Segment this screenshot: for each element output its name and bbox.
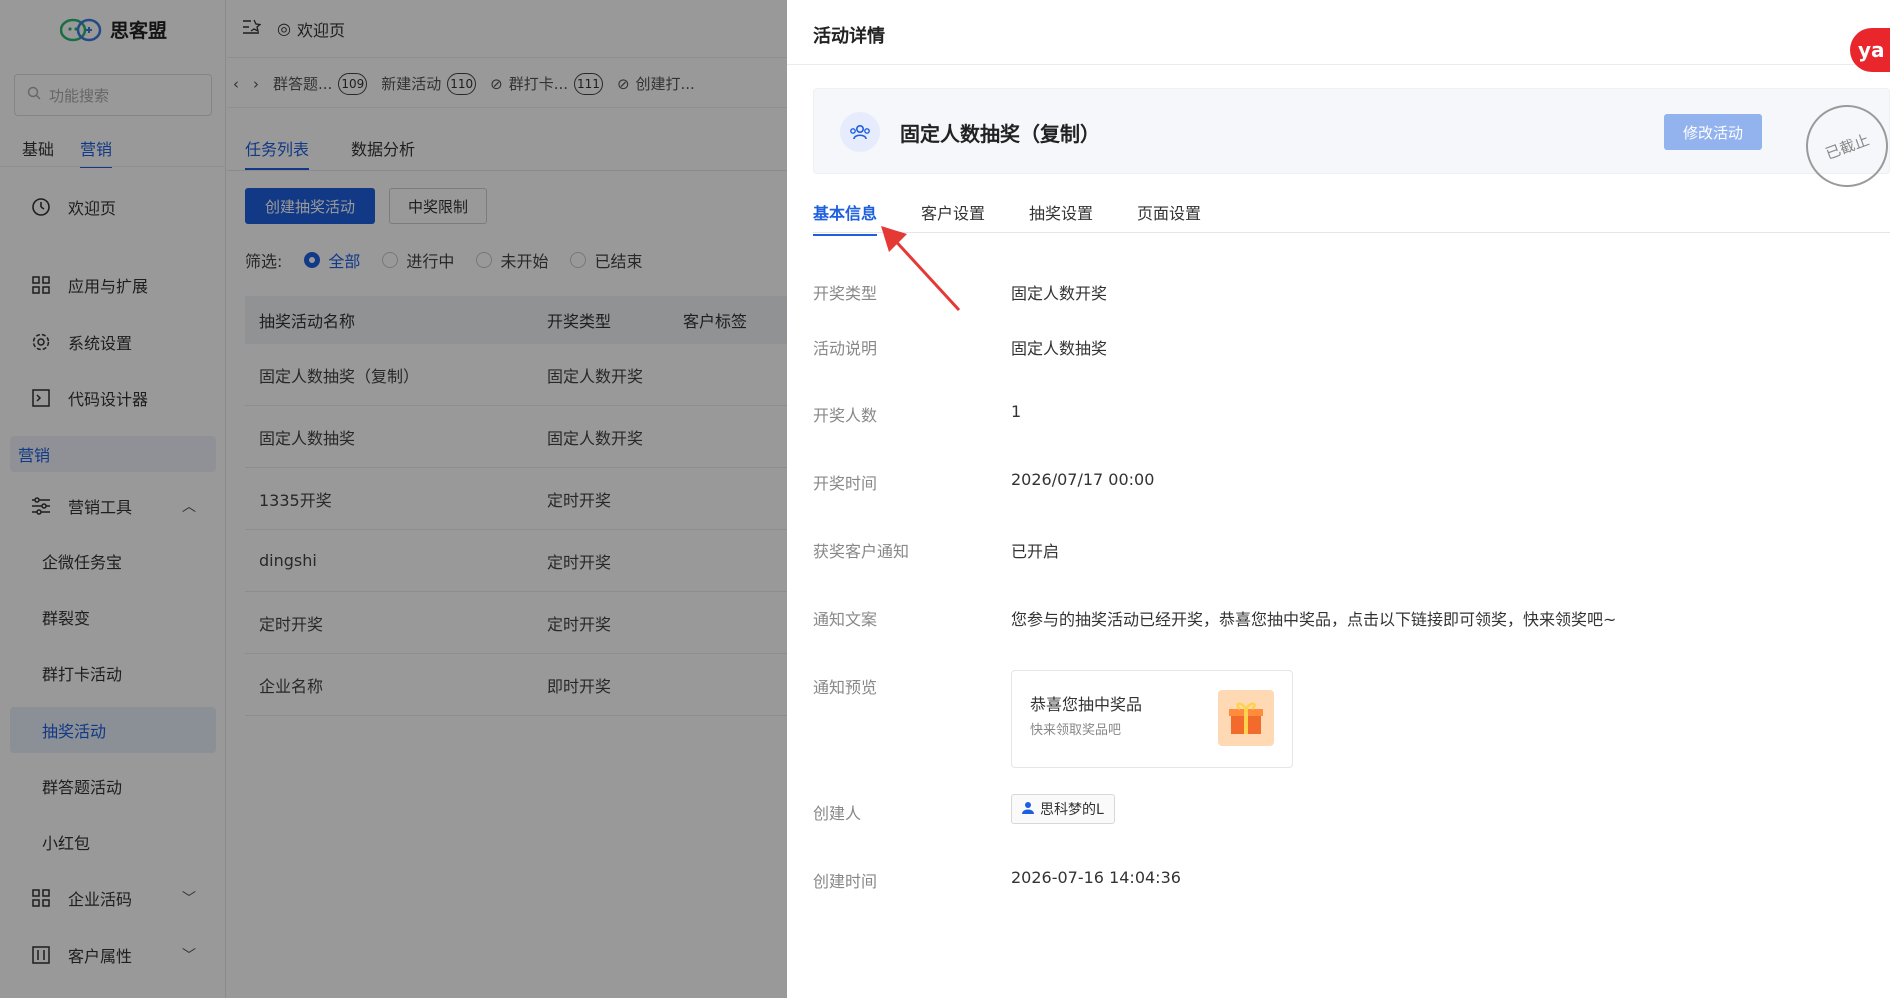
- field-value-draw-time: 2026/07/17 00:00: [1011, 470, 1155, 489]
- preview-subtitle: 快来领取奖品吧: [1030, 723, 1122, 738]
- users-icon: [840, 112, 880, 152]
- detail-tabs: 基本信息 客户设置 抽奖设置 页面设置: [813, 200, 1890, 236]
- floating-assistant-badge[interactable]: ya: [1850, 28, 1890, 72]
- activity-detail-drawer: 活动详情 ya 固定人数抽奖（复制） 修改活动 已截止 基本信息 客户设置 抽奖…: [787, 0, 1890, 998]
- field-value-draw-type: 固定人数开奖: [1011, 284, 1108, 303]
- notification-preview-card: 恭喜您抽中奖品 快来领取奖品吧: [1011, 670, 1293, 768]
- divider: [813, 232, 1890, 233]
- field-label: 活动说明: [813, 339, 878, 358]
- modal-overlay[interactable]: [0, 0, 787, 998]
- expired-stamp: 已截止: [1794, 93, 1890, 199]
- creator-tag: 思科梦的L: [1011, 794, 1115, 824]
- field-value-winner-count: 1: [1011, 402, 1022, 421]
- drawer-title: 活动详情: [813, 26, 885, 47]
- activity-name: 固定人数抽奖（复制）: [900, 122, 1100, 146]
- field-label: 开奖人数: [813, 406, 878, 425]
- field-value-created-time: 2026-07-16 14:04:36: [1011, 868, 1181, 887]
- field-value-description: 固定人数抽奖: [1011, 339, 1108, 358]
- tab-page-settings[interactable]: 页面设置: [1137, 200, 1201, 236]
- activity-header-card: 固定人数抽奖（复制） 修改活动 已截止: [813, 88, 1890, 199]
- field-value-notify-copy: 您参与的抽奖活动已经开奖，恭喜您抽中奖品，点击以下链接即可领奖，快来领奖吧~: [1011, 610, 1617, 629]
- edit-activity-button[interactable]: 修改活动: [1664, 114, 1762, 150]
- divider: [787, 64, 1890, 65]
- field-label: 开奖时间: [813, 474, 878, 493]
- preview-title: 恭喜您抽中奖品: [1030, 695, 1143, 714]
- field-label: 通知预览: [813, 678, 878, 697]
- tab-lottery-settings[interactable]: 抽奖设置: [1029, 200, 1093, 236]
- field-label: 获奖客户通知: [813, 542, 910, 561]
- field-label: 开奖类型: [813, 284, 878, 303]
- field-label: 创建时间: [813, 872, 878, 891]
- annotation-arrow-icon: [881, 226, 961, 312]
- creator-name: 思科梦的L: [1040, 802, 1104, 818]
- gift-icon: [1218, 690, 1274, 746]
- field-value-notify: 已开启: [1011, 542, 1060, 561]
- field-label: 通知文案: [813, 610, 878, 629]
- user-icon: [1022, 801, 1034, 818]
- tab-basic-info[interactable]: 基本信息: [813, 200, 878, 236]
- field-label: 创建人: [813, 804, 862, 823]
